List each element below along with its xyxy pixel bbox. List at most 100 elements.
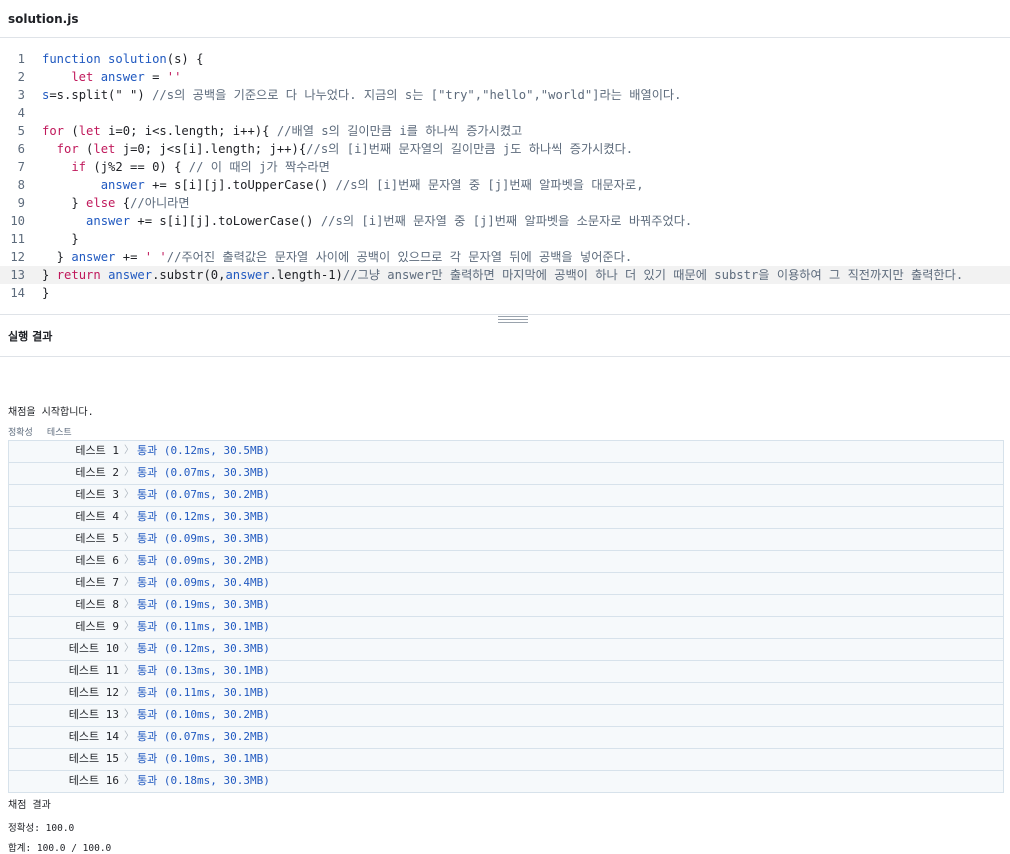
code-token: answer (86, 214, 131, 228)
test-result: 통과 (0.10ms, 30.2MB) (137, 708, 270, 721)
test-result: 통과 (0.12ms, 30.5MB) (137, 444, 270, 457)
code-line[interactable]: 6 for (let j=0; j<s[i].length; j++){//s의… (0, 140, 1010, 158)
result-title: 실행 결과 (8, 330, 53, 343)
test-result: 통과 (0.09ms, 30.3MB) (137, 532, 270, 545)
code-text[interactable]: let answer = '' (42, 68, 181, 86)
code-text[interactable]: } answer += ' '//주어진 출력값은 문자열 사이에 공백이 있으… (42, 248, 633, 266)
code-token: let (93, 142, 123, 156)
test-result: 통과 (0.11ms, 30.1MB) (137, 686, 270, 699)
code-editor[interactable]: 1 function solution(s) {2 let answer = ''… (0, 50, 1010, 302)
test-row: 테스트 2 〉 통과 (0.07ms, 30.3MB) (9, 463, 1003, 485)
code-text[interactable]: if (j%2 == 0) { // 이 때의 j가 짝수라면 (42, 158, 330, 176)
tab-accuracy[interactable]: 정확성 (8, 428, 33, 438)
code-text[interactable]: s=s.split(" ") //s의 공백을 기준으로 다 나누었다. 지금의… (42, 86, 681, 104)
test-row: 테스트 15 〉 통과 (0.10ms, 30.1MB) (9, 749, 1003, 771)
code-text[interactable]: } (42, 284, 49, 302)
code-token: =s.split(" ") (49, 88, 153, 102)
chevron-right-icon: 〉 (124, 467, 134, 478)
test-label: 테스트 7 (75, 576, 119, 589)
code-text[interactable]: for (let j=0; j<s[i].length; j++){//s의 [… (42, 140, 633, 158)
code-token: for (42, 142, 87, 156)
code-token: } (42, 268, 57, 282)
code-line[interactable]: 2 let answer = '' (0, 68, 1010, 86)
code-line[interactable]: 9 } else {//아니라면 (0, 194, 1010, 212)
code-token: function (42, 52, 109, 66)
test-label: 테스트 2 (75, 466, 119, 479)
code-line[interactable]: 8 answer += s[i][j].toUpperCase() //s의 [… (0, 176, 1010, 194)
code-line[interactable]: 14} (0, 284, 1010, 302)
chevron-right-icon: 〉 (124, 511, 134, 522)
code-token: answer (108, 268, 153, 282)
test-label: 테스트 16 (68, 774, 119, 787)
code-line[interactable]: 1 function solution(s) { (0, 50, 1010, 68)
chevron-right-icon: 〉 (124, 643, 134, 654)
code-token: } (42, 250, 72, 264)
test-result: 통과 (0.09ms, 30.4MB) (137, 576, 270, 589)
test-row: 테스트 13 〉 통과 (0.10ms, 30.2MB) (9, 705, 1003, 727)
code-token: else (86, 196, 123, 210)
code-line[interactable]: 5 for (let i=0; i<s.length; i++){ //배열 s의… (0, 122, 1010, 140)
chevron-right-icon: 〉 (124, 709, 134, 720)
line-number: 10 (10, 214, 25, 228)
code-text[interactable]: answer += s[i][j].toLowerCase() //s의 [i]… (42, 212, 692, 230)
code-token: answer (225, 268, 270, 282)
test-label: 테스트 13 (68, 708, 119, 721)
line-number: 13 (10, 268, 25, 282)
code-text[interactable]: function solution(s) { (42, 50, 203, 68)
code-token: } (42, 286, 50, 300)
test-label: 테스트 9 (75, 620, 119, 633)
code-token: j=0; j<s[i].length; j++){ (122, 142, 307, 156)
chevron-right-icon: 〉 (124, 599, 134, 610)
code-text[interactable]: } (42, 230, 79, 248)
code-line[interactable]: 13 } return answer.substr(0,answer.length… (0, 266, 1010, 284)
test-label: 테스트 6 (75, 554, 119, 567)
code-token: ( (71, 124, 79, 138)
test-result: 통과 (0.10ms, 30.1MB) (137, 752, 270, 765)
chevron-right-icon: 〉 (124, 489, 134, 500)
chevron-right-icon: 〉 (124, 665, 134, 676)
code-line[interactable]: 3 s=s.split(" ") //s의 공백을 기준으로 다 나누었다. 지금… (0, 86, 1010, 104)
test-result: 통과 (0.09ms, 30.2MB) (137, 554, 270, 567)
result-tabs: 정확성 테스트 (8, 425, 86, 438)
test-result: 통과 (0.13ms, 30.1MB) (137, 664, 270, 677)
file-tab-header: solution.js (0, 0, 1010, 38)
score-title: 채점 결과 (8, 800, 51, 811)
test-row: 테스트 7 〉 통과 (0.09ms, 30.4MB) (9, 573, 1003, 595)
test-label: 테스트 4 (75, 510, 119, 523)
test-results-list: 테스트 1 〉 통과 (0.12ms, 30.5MB) 테스트 2 〉 통과 (0.07m… (8, 440, 1004, 793)
line-number: 4 (17, 106, 25, 120)
test-row: 테스트 12 〉 통과 (0.11ms, 30.1MB) (9, 683, 1003, 705)
chevron-right-icon: 〉 (124, 533, 134, 544)
test-result: 통과 (0.12ms, 30.3MB) (137, 510, 270, 523)
line-number: 12 (10, 250, 25, 264)
resize-handle-icon[interactable] (498, 316, 528, 325)
test-row: 테스트 5 〉 통과 (0.09ms, 30.3MB) (9, 529, 1003, 551)
code-line[interactable]: 10 answer += s[i][j].toLowerCase() //s의 … (0, 212, 1010, 230)
code-token: { (122, 196, 131, 210)
code-token: .length-1) (269, 268, 343, 282)
code-token: // 이 때의 j가 짝수라면 (188, 160, 330, 174)
test-row: 테스트 8 〉 통과 (0.19ms, 30.3MB) (9, 595, 1003, 617)
code-line[interactable]: 7 if (j%2 == 0) { // 이 때의 j가 짝수라면 (0, 158, 1010, 176)
chevron-right-icon: 〉 (124, 753, 134, 764)
code-text[interactable]: } else {//아니라면 (42, 194, 189, 212)
tab-test[interactable]: 테스트 (47, 428, 72, 438)
line-number: 7 (17, 160, 25, 174)
code-token: //주어진 출력값은 문자열 사이에 공백이 있으므로 각 문자열 뒤에 공백을… (166, 250, 633, 264)
code-token: += s[i][j].toLowerCase() (130, 214, 321, 228)
code-line[interactable]: 12 } answer += ' '//주어진 출력값은 문자열 사이에 공백이… (0, 248, 1010, 266)
test-label: 테스트 10 (68, 642, 119, 655)
code-text[interactable]: answer += s[i][j].toUpperCase() //s의 [i]… (42, 176, 644, 194)
code-line[interactable]: 4 (0, 104, 1010, 122)
test-label: 테스트 12 (68, 686, 119, 699)
test-result: 통과 (0.12ms, 30.3MB) (137, 642, 270, 655)
code-text[interactable]: } return answer.substr(0,answer.length-1… (42, 266, 963, 284)
test-result: 통과 (0.18ms, 30.3MB) (137, 774, 270, 787)
score-summary: 채점 결과 정확성: 100.0 합계: 100.0 / 100.0 (8, 796, 111, 854)
code-token: } (42, 232, 79, 246)
code-token: solution (108, 52, 167, 66)
code-text[interactable]: for (let i=0; i<s.length; i++){ //배열 s의 … (42, 122, 522, 140)
test-label: 테스트 11 (68, 664, 119, 677)
code-line[interactable]: 11 } (0, 230, 1010, 248)
